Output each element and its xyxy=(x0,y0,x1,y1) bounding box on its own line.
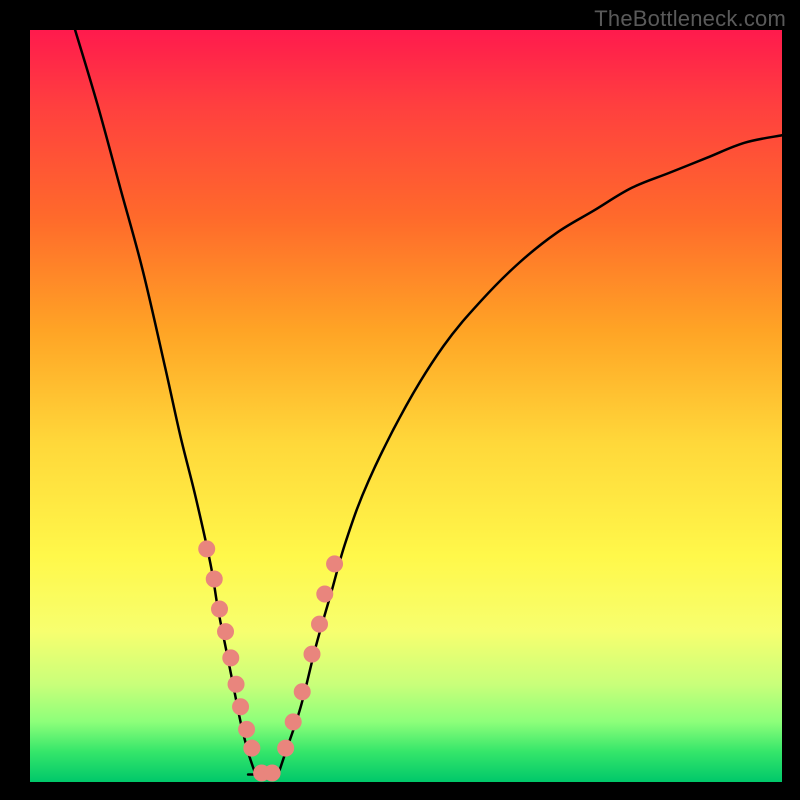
marker-left-dots xyxy=(218,624,234,640)
outer-frame: TheBottleneck.com xyxy=(0,0,800,800)
marker-left-dots xyxy=(199,541,215,557)
plot-svg xyxy=(30,30,782,782)
marker-left-dots xyxy=(206,571,222,587)
bottleneck-curve xyxy=(75,30,782,774)
marker-right-dots xyxy=(312,616,328,632)
marker-left-dots xyxy=(223,650,239,666)
marker-right-dots xyxy=(294,684,310,700)
marker-left-dots xyxy=(233,699,249,715)
datapoint-markers xyxy=(199,541,343,781)
marker-right-dots xyxy=(278,740,294,756)
plot-gradient-area xyxy=(30,30,782,782)
watermark-text: TheBottleneck.com xyxy=(594,6,786,32)
marker-right-dots xyxy=(327,556,343,572)
curve-right-curve xyxy=(278,135,782,774)
marker-left-dots xyxy=(244,740,260,756)
marker-right-dots xyxy=(317,586,333,602)
marker-left-dots xyxy=(264,765,280,781)
marker-right-dots xyxy=(304,646,320,662)
marker-left-dots xyxy=(228,676,244,692)
marker-left-dots xyxy=(212,601,228,617)
marker-left-dots xyxy=(239,721,255,737)
marker-right-dots xyxy=(285,714,301,730)
